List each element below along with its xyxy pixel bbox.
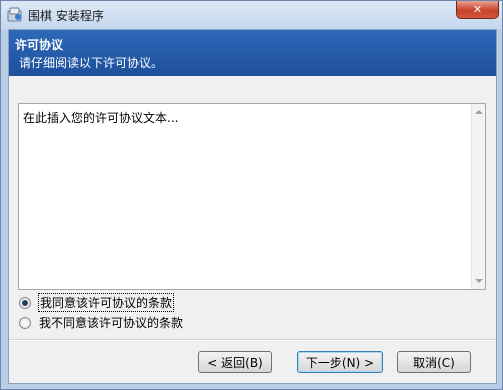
page-subtitle: 请仔细阅读以下许可协议。 <box>19 56 164 70</box>
cancel-button[interactable]: 取消(C) <box>397 351 471 373</box>
back-button[interactable]: < 返回(B) <box>198 351 272 373</box>
agree-label[interactable]: 我同意该许可协议的条款 <box>37 293 175 312</box>
disagree-option[interactable]: 我不同意该许可协议的条款 <box>19 314 183 331</box>
vertical-scrollbar[interactable] <box>471 104 485 289</box>
installer-icon <box>6 5 24 23</box>
divider <box>9 339 496 341</box>
dialog-client-area: 许可协议 请仔细阅读以下许可协议。 在此插入您的许可协议文本... 我同意该许可… <box>8 29 497 384</box>
disagree-label[interactable]: 我不同意该许可协议的条款 <box>39 314 183 331</box>
agree-option[interactable]: 我同意该许可协议的条款 <box>19 293 175 312</box>
header-banner: 许可协议 请仔细阅读以下许可协议。 <box>9 30 496 76</box>
disagree-radio[interactable] <box>19 316 31 329</box>
close-button[interactable]: ✕ <box>456 1 499 19</box>
page-title: 许可协议 <box>15 38 64 52</box>
scroll-down-icon[interactable] <box>475 279 483 283</box>
scroll-up-icon[interactable] <box>475 110 483 114</box>
agree-radio[interactable] <box>19 296 31 309</box>
next-button[interactable]: 下一步(N) > <box>297 351 383 373</box>
license-text: 在此插入您的许可协议文本... <box>23 111 179 125</box>
installer-window: 围棋 安装程序 ✕ 许可协议 请仔细阅读以下许可协议。 在此插入您的许可协议文本… <box>0 0 503 390</box>
title-bar[interactable]: 围棋 安装程序 ✕ <box>1 1 502 29</box>
close-icon: ✕ <box>472 3 483 16</box>
license-textbox[interactable]: 在此插入您的许可协议文本... <box>18 103 486 290</box>
window-title: 围棋 安装程序 <box>28 9 104 23</box>
